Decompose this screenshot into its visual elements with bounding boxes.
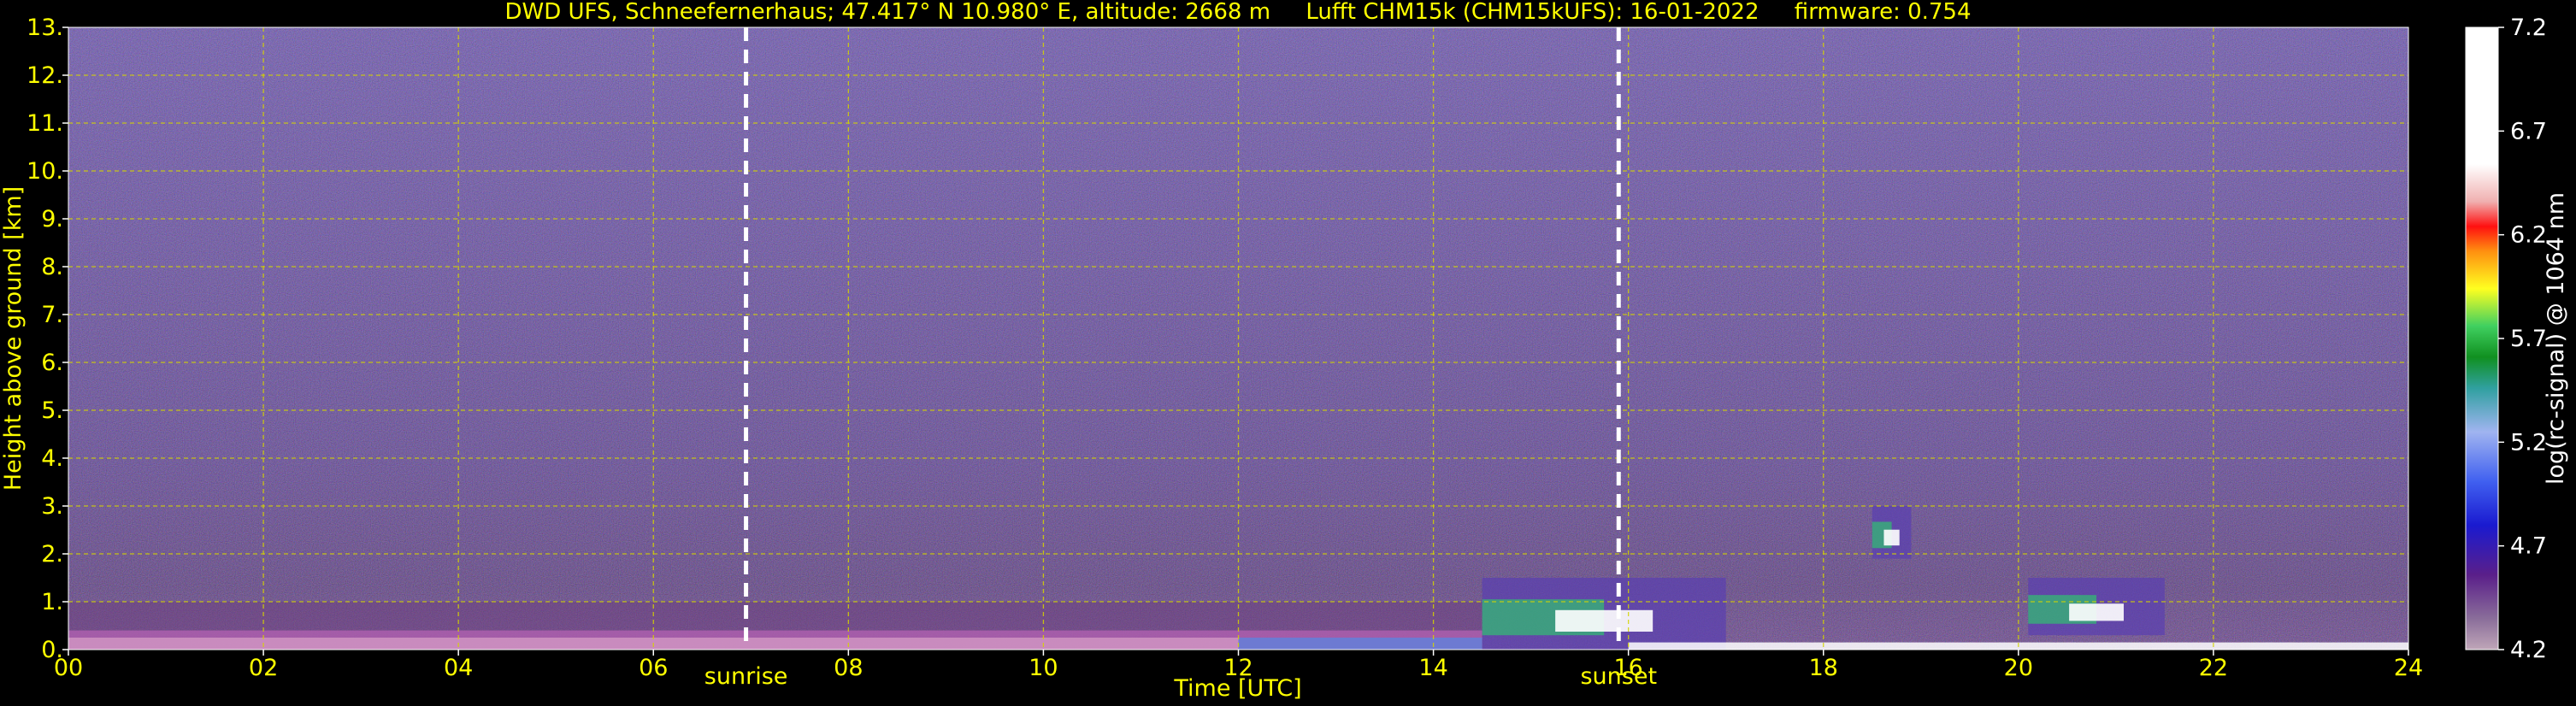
x-axis-label: Time [UTC]: [1173, 675, 1301, 702]
cloud-1-peak: [1883, 529, 1900, 546]
y-tick-label: 12.: [27, 62, 63, 89]
x-tick-label: 16: [1613, 655, 1642, 681]
boundary-layer-afternoon: [1238, 638, 1483, 650]
sunrise-label: sunrise: [704, 663, 788, 690]
plot-area: sunrise sunset: [68, 26, 2409, 690]
y-tick-label: 5.: [41, 397, 63, 424]
x-tick-label: 04: [444, 655, 473, 681]
colorbar-tick-label: 7.2: [2510, 15, 2547, 41]
x-tick-label: 10: [1029, 655, 1058, 681]
x-tick-label: 08: [834, 655, 863, 681]
y-tick-label: 8.: [41, 254, 63, 280]
x-tick-label: 06: [639, 655, 668, 681]
y-tick-label: 0.: [41, 637, 63, 663]
chart-title: DWD UFS, Schneefernerhaus; 47.417° N 10.…: [504, 0, 1971, 25]
colorbar-tick-label: 5.7: [2510, 326, 2547, 352]
y-tick-label: 9.: [41, 206, 63, 232]
y-tick-label: 7.: [41, 302, 63, 328]
y-tick-label: 3.: [41, 493, 63, 520]
y-tick-label: 1.: [41, 589, 63, 615]
colorbar-tick-label: 4.2: [2510, 637, 2547, 663]
ceilometer-figure: sunrise sunset 00 02 04 06 08 10 12 14 16 18 20 22 24…: [0, 0, 2569, 702]
y-axis-label: Height above ground [km]: [0, 186, 27, 491]
x-tick-label: 24: [2394, 655, 2423, 681]
y-tick-label: 2.: [41, 541, 63, 568]
y-tick-label: 6.: [41, 350, 63, 376]
y-tick-label: 13.: [27, 15, 63, 41]
y-tick-label: 11.: [27, 110, 63, 137]
x-tick-label: 14: [1418, 655, 1447, 681]
colorbar: 4.2 4.7 5.2 5.7 6.2 6.7 7.2 log(rc-signal) @ 1…: [2465, 15, 2569, 663]
colorbar-label: log(rc-signal) @ 1064 nm: [2543, 192, 2569, 485]
y-tick-label: 4.: [41, 445, 63, 472]
colorbar-tick-label: 4.7: [2510, 533, 2547, 560]
x-tick-label: 22: [2199, 655, 2228, 681]
y-tick-label: 10.: [27, 158, 63, 185]
y-axis-ticks: 0. 1. 2. 3. 4. 5. 6. 7. 8. 9. 10. 11. 12. 13.: [27, 15, 68, 663]
colorbar-tick-label: 6.2: [2510, 222, 2547, 249]
colorbar-gradient: [2465, 26, 2499, 650]
colorbar-tick-label: 6.7: [2510, 118, 2547, 144]
colorbar-tick-label: 5.2: [2510, 429, 2547, 456]
x-tick-label: 02: [249, 655, 278, 681]
x-tick-label: 18: [1809, 655, 1838, 681]
low-cloud-peak: [1555, 609, 1653, 632]
x-tick-label: 20: [2004, 655, 2033, 681]
cloud-2-peak: [2069, 603, 2124, 621]
colorbar-ticks: 4.2 4.7 5.2 5.7 6.2 6.7 7.2: [2498, 15, 2547, 663]
